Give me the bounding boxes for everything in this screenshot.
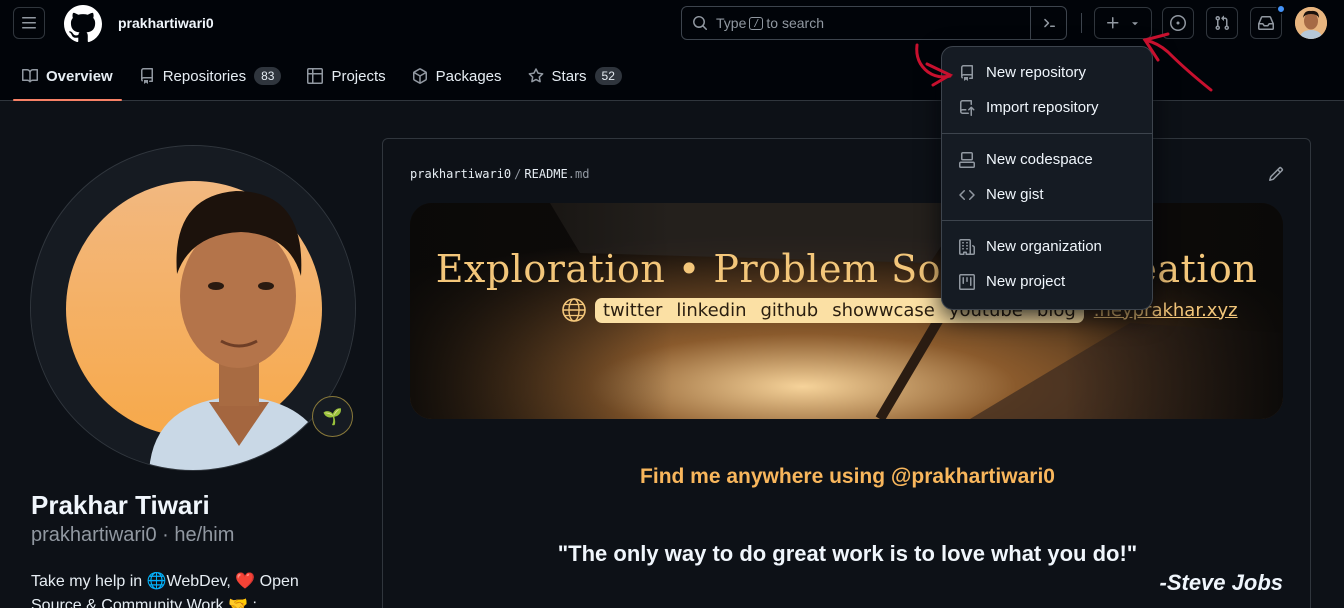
git-pull-request-icon [1215, 15, 1230, 31]
tab-stars[interactable]: Stars 52 [519, 55, 631, 97]
menu-button[interactable] [13, 7, 45, 39]
search-input[interactable]: Type / to search [681, 6, 1067, 40]
repositories-count: 83 [254, 67, 282, 85]
profile-photo [31, 146, 355, 470]
profile-name: Prakhar Tiwari [31, 490, 210, 520]
plus-icon [1107, 17, 1119, 29]
banner-link-twitter[interactable]: twitter [603, 300, 662, 321]
user-avatar[interactable] [1295, 7, 1327, 39]
edit-readme-button[interactable] [1268, 166, 1284, 182]
triangle-down-icon [1132, 22, 1138, 26]
find-me-heading: Find me anywhere using @prakhartiwari0 [640, 465, 1055, 488]
inbox-icon [1258, 15, 1274, 30]
star-icon [528, 68, 543, 83]
repo-icon [961, 64, 973, 81]
quote-text: "The only way to do great work is to lov… [557, 541, 1138, 566]
profile-tabs: Overview Repositories 83 Projects Packag… [13, 55, 639, 101]
stars-count: 52 [594, 67, 622, 85]
globe-icon [562, 298, 586, 322]
tab-packages[interactable]: Packages [403, 55, 511, 97]
status-badge[interactable]: 🌱 [312, 396, 353, 437]
header-username[interactable]: prakhartiwari0 [118, 15, 214, 31]
project-icon [959, 273, 975, 290]
search-prefix: Type [716, 15, 747, 31]
profile-bio: Take my help in 🌐WebDev, ❤️ Open Source … [31, 573, 299, 608]
tab-packages-label: Packages [435, 67, 502, 85]
readme-box: prakhartiwari0/README.md Exploration • P… [382, 138, 1311, 608]
menu-divider [942, 220, 1152, 221]
github-logo[interactable] [63, 5, 102, 43]
repo-icon [140, 68, 153, 84]
readme-owner[interactable]: prakhartiwari0 [410, 167, 511, 181]
tab-projects-label: Projects [331, 67, 386, 85]
readme-file: README [524, 167, 568, 181]
banner-link-linkedin[interactable]: linkedin [676, 300, 746, 321]
create-new-button[interactable] [1094, 7, 1152, 39]
avatar-image [1295, 7, 1327, 39]
hamburger-icon [22, 17, 36, 29]
repo-push-icon [960, 99, 975, 116]
menu-new-codespace-label: New codespace [986, 151, 1093, 168]
table-icon [307, 68, 324, 84]
menu-import-repository[interactable]: Import repository [942, 90, 1152, 125]
book-icon [22, 68, 38, 83]
github-mark-icon [63, 5, 102, 43]
quote-author: -Steve Jobs [1159, 570, 1284, 595]
menu-new-repository-label: New repository [986, 64, 1087, 81]
tab-projects[interactable]: Projects [298, 55, 394, 97]
menu-divider [942, 133, 1152, 134]
search-suffix: to search [766, 15, 824, 31]
banner-link-github[interactable]: github [760, 300, 818, 321]
codespaces-icon [959, 151, 975, 168]
menu-new-organization[interactable]: New organization [942, 229, 1152, 264]
search-icon [693, 16, 707, 30]
organization-icon [959, 238, 975, 255]
terminal-icon [1043, 18, 1055, 28]
profile-handle: prakhartiwari0 · he/him [31, 524, 235, 546]
issue-opened-icon [1170, 15, 1186, 31]
readme-path-sep: / [514, 167, 522, 181]
create-new-menu: New repository Import repository New cod… [941, 46, 1153, 310]
menu-new-repository[interactable]: New repository [942, 55, 1152, 90]
menu-new-gist[interactable]: New gist [942, 177, 1152, 212]
notification-dot [1276, 4, 1286, 14]
tab-repositories[interactable]: Repositories 83 [130, 55, 291, 97]
tab-overview-label: Overview [46, 67, 113, 85]
package-icon [412, 68, 427, 84]
tab-stars-label: Stars [551, 67, 587, 85]
tab-overview[interactable]: Overview [13, 55, 122, 101]
pencil-icon [1268, 166, 1284, 182]
pull-requests-button[interactable] [1206, 7, 1238, 39]
tab-repositories-label: Repositories [162, 67, 247, 85]
banner-link-showwcase[interactable]: showwcase [832, 300, 935, 321]
command-palette-button[interactable] [1030, 7, 1066, 39]
menu-new-organization-label: New organization [986, 238, 1102, 255]
readme-path: prakhartiwari0/README.md [410, 167, 589, 181]
menu-import-repository-label: Import repository [986, 99, 1099, 116]
code-icon [959, 189, 975, 200]
menu-new-gist-label: New gist [986, 186, 1044, 203]
menu-new-project-label: New project [986, 273, 1066, 290]
readme-ext: .md [567, 167, 590, 181]
search-shortcut-key: / [749, 16, 764, 30]
header-divider [1081, 13, 1082, 33]
profile-avatar[interactable] [30, 145, 356, 471]
issues-button[interactable] [1162, 7, 1194, 39]
menu-new-codespace[interactable]: New codespace [942, 142, 1152, 177]
menu-new-project[interactable]: New project [942, 264, 1152, 299]
